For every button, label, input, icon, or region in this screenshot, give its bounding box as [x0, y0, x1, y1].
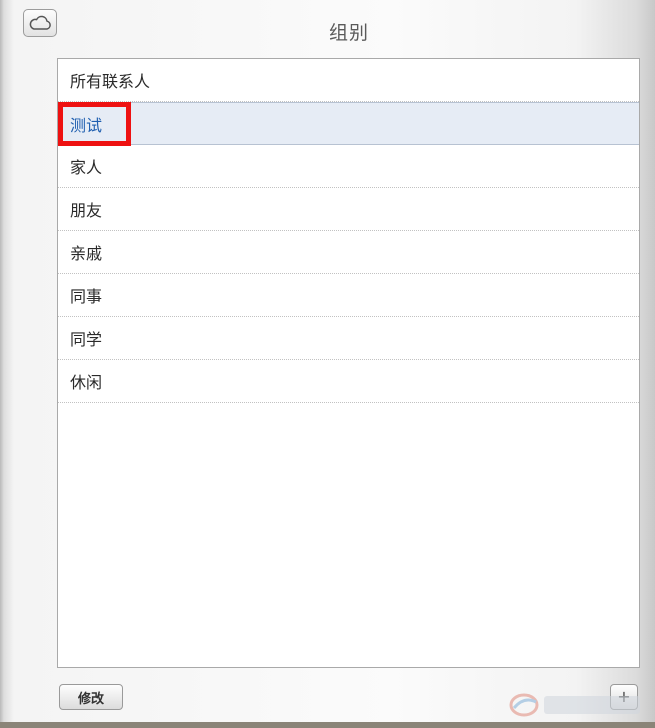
page-title: 组别 — [328, 22, 369, 44]
group-list: 所有联系人 测试 家人 朋友 亲戚 同事 同学 休闲 — [57, 58, 640, 668]
group-item-label: 朋友 — [70, 201, 103, 220]
group-item-label: 同事 — [70, 287, 103, 306]
group-item-colleagues[interactable]: 同事 — [58, 274, 639, 317]
add-group-button[interactable]: + — [610, 684, 638, 710]
group-item-family[interactable]: 家人 — [58, 145, 639, 188]
group-item-label: 家人 — [70, 158, 103, 177]
group-item-test[interactable]: 测试 — [58, 102, 639, 146]
group-item-friends[interactable]: 朋友 — [58, 188, 639, 231]
group-item-label: 休闲 — [70, 373, 103, 392]
group-item-relatives[interactable]: 亲戚 — [58, 231, 639, 274]
group-item-label: 测试 — [70, 115, 103, 135]
edit-button[interactable]: 修改 — [59, 684, 123, 710]
group-item-leisure[interactable]: 休闲 — [58, 360, 639, 403]
group-item-label: 亲戚 — [70, 244, 103, 263]
plus-icon: + — [617, 687, 631, 706]
groups-panel: 组别 所有联系人 测试 家人 朋友 亲戚 同事 同学 休闲 修改 + — [0, 0, 655, 722]
group-item-all-contacts[interactable]: 所有联系人 — [58, 59, 639, 102]
group-item-label: 所有联系人 — [70, 72, 151, 91]
group-item-label: 同学 — [70, 330, 103, 349]
group-item-classmates[interactable]: 同学 — [58, 317, 639, 360]
